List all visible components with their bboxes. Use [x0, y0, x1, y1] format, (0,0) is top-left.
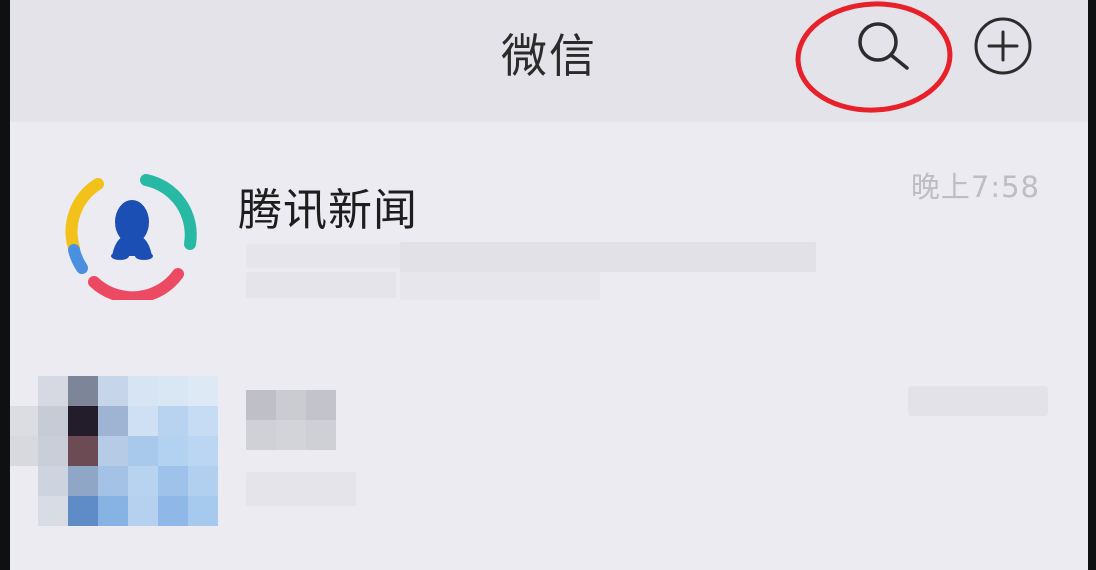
chat-list: 腾讯新闻 晚上7:58	[10, 122, 1088, 570]
add-button[interactable]	[970, 14, 1036, 78]
search-button[interactable]	[846, 14, 920, 78]
chat-item-tencent-news[interactable]: 腾讯新闻 晚上7:58	[10, 122, 1088, 342]
chat-name: 腾讯新闻	[238, 185, 418, 236]
top-nav-bar: 微信	[10, 0, 1088, 122]
chat-item-blurred[interactable]	[10, 342, 1088, 570]
message-preview-blurred	[246, 272, 396, 298]
message-preview-blurred	[246, 472, 356, 506]
pixelated-name	[246, 390, 336, 454]
message-preview-blurred	[246, 244, 426, 268]
plus-circle-icon	[974, 17, 1032, 75]
wechat-screen: 微信 腾讯新闻 晚上7:58	[10, 0, 1088, 570]
search-icon	[858, 22, 909, 70]
chat-time-blurred	[908, 386, 1048, 416]
message-preview-blurred	[400, 242, 816, 272]
pixelated-avatar	[10, 372, 220, 526]
chat-time: 晚上7:58	[910, 170, 1040, 204]
page-title: 微信	[501, 29, 597, 83]
message-preview-blurred	[400, 272, 600, 300]
tencent-news-avatar	[65, 174, 197, 300]
